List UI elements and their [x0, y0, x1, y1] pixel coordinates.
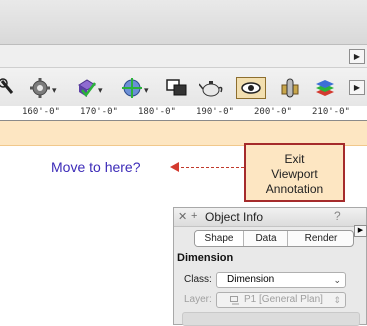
strip-next-arrow[interactable]: ▶	[349, 49, 365, 64]
object-type-heading: Dimension	[177, 252, 234, 264]
chevron-down-icon[interactable]: ▾	[52, 85, 57, 96]
toolbar-next-arrow[interactable]: ▶	[349, 80, 365, 95]
palette-title: Object Info	[205, 210, 264, 224]
eye-viewport-icon[interactable]	[236, 77, 266, 99]
exit-button-line1: Exit	[284, 152, 305, 166]
gear-icon[interactable]	[29, 77, 51, 99]
ruler-tick-label: 160'-0"	[22, 107, 60, 117]
panel-menu-arrow[interactable]: ▶	[354, 225, 367, 237]
pointer-arrow-line	[176, 167, 244, 169]
layers-icon[interactable]	[314, 77, 336, 99]
add-icon[interactable]: +	[191, 210, 197, 222]
layer-icon	[230, 296, 239, 305]
teapot-icon[interactable]	[199, 77, 223, 99]
tab-data[interactable]: Data	[243, 231, 288, 246]
tab-strip: ▶	[0, 45, 367, 68]
layer-label: Layer:	[184, 294, 212, 305]
tab-render[interactable]: Render	[287, 231, 353, 246]
ruler-tick-label: 200'-0"	[254, 107, 292, 117]
updown-arrows-icon: ⇕	[333, 295, 341, 305]
exit-button-line2: Viewport	[271, 167, 318, 181]
ruler-tick-label: 170'-0"	[80, 107, 118, 117]
tab-shape[interactable]: Shape	[195, 231, 243, 246]
view-toolbar: ▾ ▾ ▾ ▶	[0, 68, 367, 106]
layer-value: P1 [General Plan]	[244, 294, 323, 305]
horizontal-ruler: 160'-0" 170'-0" 180'-0" 190'-0" 200'-0" …	[0, 106, 367, 121]
next-field[interactable]	[182, 312, 360, 326]
palette-titlebar[interactable]: ✕ + Object Info ?	[174, 208, 366, 227]
class-select[interactable]: Dimension ⌄	[216, 272, 346, 288]
exit-viewport-annotation-button[interactable]: Exit Viewport Annotation	[244, 143, 345, 202]
magnify-icon[interactable]	[0, 77, 16, 99]
ruler-tick-label: 210'-0"	[312, 107, 350, 117]
ruler-tick-label: 190'-0"	[196, 107, 234, 117]
3d-view-icon[interactable]	[76, 77, 98, 99]
object-info-tabs: Shape Data Render	[194, 230, 354, 247]
chevron-down-icon: ⌄	[333, 275, 341, 285]
chevron-down-icon[interactable]: ▾	[98, 85, 103, 96]
move-label: Move to here?	[51, 159, 141, 175]
arrow-left-icon	[170, 162, 179, 172]
help-icon[interactable]: ?	[334, 209, 341, 223]
layer-swap-icon[interactable]	[165, 77, 189, 99]
ruler-tick-label: 180'-0"	[138, 107, 176, 117]
globe-icon[interactable]	[121, 77, 143, 99]
class-value: Dimension	[227, 274, 275, 285]
window-titlebar	[0, 0, 367, 45]
object-info-palette: ✕ + Object Info ? ▶ Shape Data Render Di…	[173, 207, 367, 326]
exit-button-line3: Annotation	[265, 182, 324, 196]
close-icon[interactable]: ✕	[178, 210, 187, 223]
layer-select[interactable]: P1 [General Plan] ⇕	[216, 292, 346, 308]
class-label: Class:	[184, 274, 212, 285]
clip-icon[interactable]	[279, 77, 301, 99]
chevron-down-icon[interactable]: ▾	[144, 85, 149, 96]
